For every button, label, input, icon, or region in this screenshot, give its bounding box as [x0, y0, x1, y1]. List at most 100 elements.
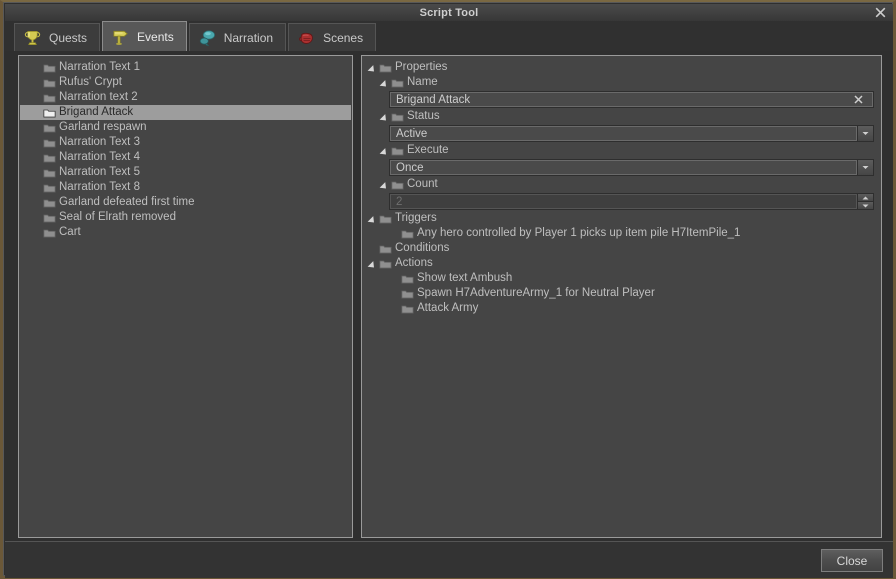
action-item[interactable]: Attack Army: [363, 301, 880, 316]
action-item-label: Spawn H7AdventureArmy_1 for Neutral Play…: [417, 287, 655, 300]
status-select-row: Active: [389, 125, 874, 142]
event-list-item[interactable]: Narration text 2: [20, 90, 351, 105]
event-list-item[interactable]: Narration Text 1: [20, 60, 351, 75]
event-list-item-label: Rufus' Crypt: [59, 76, 122, 89]
folder-icon: [401, 304, 414, 314]
event-list-item-label: Garland respawn: [59, 121, 147, 134]
folder-icon: [43, 138, 56, 148]
name-input-value: Brigand Attack: [396, 94, 470, 106]
event-list-item[interactable]: Narration Text 5: [20, 165, 351, 180]
window-frame-inner: Script Tool Quests: [3, 2, 893, 576]
triggers-node[interactable]: Triggers: [363, 211, 880, 226]
conditions-node[interactable]: Conditions: [363, 241, 880, 256]
tab-events-label: Events: [137, 30, 174, 44]
spinner-buttons: [857, 194, 873, 209]
events-list-panel: Narration Text 1 Rufus' Crypt Narration te…: [18, 55, 353, 538]
execute-select[interactable]: Once: [389, 159, 874, 176]
expand-triangle-icon[interactable]: [381, 78, 391, 88]
folder-icon: [391, 112, 404, 122]
name-input[interactable]: Brigand Attack: [389, 91, 874, 108]
name-node-label: Name: [407, 76, 438, 89]
count-stepper-value: 2: [390, 194, 857, 209]
execute-node[interactable]: Execute: [363, 143, 880, 158]
action-item[interactable]: Show text Ambush: [363, 271, 880, 286]
footer-bar: Close: [5, 541, 893, 578]
properties-node[interactable]: Properties: [363, 60, 880, 75]
spinner-up-icon[interactable]: [858, 194, 873, 201]
triggers-node-label: Triggers: [395, 212, 437, 225]
action-item[interactable]: Spawn H7AdventureArmy_1 for Neutral Play…: [363, 286, 880, 301]
count-node-label: Count: [407, 178, 438, 191]
title-bar: Script Tool: [5, 4, 893, 22]
count-stepper-row: 2: [389, 193, 874, 210]
folder-icon: [391, 180, 404, 190]
actions-node-label: Actions: [395, 257, 433, 270]
tab-narration[interactable]: Narration: [189, 23, 286, 51]
script-tool-window: Script Tool Quests: [0, 0, 896, 579]
name-node[interactable]: Name: [363, 75, 880, 90]
close-button[interactable]: Close: [821, 549, 883, 572]
folder-icon: [43, 63, 56, 73]
folder-icon: [43, 153, 56, 163]
tree-indent-spacer: [33, 228, 43, 238]
status-select[interactable]: Active: [389, 125, 874, 142]
tree-indent-spacer: [33, 93, 43, 103]
tab-scenes[interactable]: Scenes: [288, 23, 376, 51]
chevron-down-icon[interactable]: [857, 126, 873, 141]
folder-icon: [43, 78, 56, 88]
event-list-item[interactable]: Cart: [20, 225, 351, 240]
tab-narration-label: Narration: [224, 31, 273, 45]
expand-triangle-icon[interactable]: [381, 180, 391, 190]
main-body: Narration Text 1 Rufus' Crypt Narration te…: [5, 51, 893, 541]
action-item-label: Show text Ambush: [417, 272, 512, 285]
expand-triangle-icon[interactable]: [369, 214, 379, 224]
close-icon[interactable]: [869, 4, 891, 21]
folder-icon: [379, 214, 392, 224]
event-list-item[interactable]: Garland respawn: [20, 120, 351, 135]
status-select-value: Active: [390, 126, 857, 141]
actions-node[interactable]: Actions: [363, 256, 880, 271]
event-list-item-label: Narration Text 8: [59, 181, 140, 194]
folder-icon: [43, 198, 56, 208]
clear-icon[interactable]: [849, 95, 867, 104]
folder-open-icon: [43, 108, 56, 118]
tree-indent-spacer: [391, 289, 401, 299]
trigger-item[interactable]: Any hero controlled by Player 1 picks up…: [363, 226, 880, 241]
tab-scenes-label: Scenes: [323, 31, 363, 45]
event-list-item[interactable]: Rufus' Crypt: [20, 75, 351, 90]
folder-icon: [43, 183, 56, 193]
count-stepper[interactable]: 2: [389, 193, 874, 210]
event-list-item-label: Brigand Attack: [59, 106, 133, 119]
event-list-item-label: Narration Text 1: [59, 61, 140, 74]
event-list-item-label: Narration Text 5: [59, 166, 140, 179]
tab-quests[interactable]: Quests: [14, 23, 100, 51]
count-node[interactable]: Count: [363, 177, 880, 192]
expand-triangle-icon[interactable]: [381, 112, 391, 122]
execute-select-row: Once: [389, 159, 874, 176]
tree-indent-spacer: [391, 304, 401, 314]
event-list-item[interactable]: Narration Text 8: [20, 180, 351, 195]
spinner-down-icon[interactable]: [858, 201, 873, 209]
folder-icon: [391, 146, 404, 156]
event-list-item[interactable]: Brigand Attack: [20, 105, 351, 120]
expand-triangle-icon[interactable]: [381, 146, 391, 156]
status-node[interactable]: Status: [363, 109, 880, 124]
events-list: Narration Text 1 Rufus' Crypt Narration te…: [20, 57, 351, 240]
tree-indent-spacer: [33, 168, 43, 178]
event-list-item[interactable]: Narration Text 3: [20, 135, 351, 150]
event-list-item-label: Cart: [59, 226, 81, 239]
event-list-item[interactable]: Narration Text 4: [20, 150, 351, 165]
event-details-scroll[interactable]: Properties Name Brigand Attack Status Active…: [363, 57, 880, 536]
name-input-row: Brigand Attack: [389, 91, 874, 108]
event-list-item[interactable]: Garland defeated first time: [20, 195, 351, 210]
event-list-item[interactable]: Seal of Elrath removed: [20, 210, 351, 225]
events-list-scroll[interactable]: Narration Text 1 Rufus' Crypt Narration te…: [20, 57, 351, 536]
event-details-tree: Properties Name Brigand Attack Status Active…: [363, 57, 880, 316]
event-list-item-label: Narration text 2: [59, 91, 138, 104]
event-details-panel: Properties Name Brigand Attack Status Active…: [361, 55, 882, 538]
expand-triangle-icon[interactable]: [369, 259, 379, 269]
properties-node-label: Properties: [395, 61, 447, 74]
tab-events[interactable]: Events: [102, 21, 187, 51]
chevron-down-icon[interactable]: [857, 160, 873, 175]
expand-triangle-icon[interactable]: [369, 63, 379, 73]
